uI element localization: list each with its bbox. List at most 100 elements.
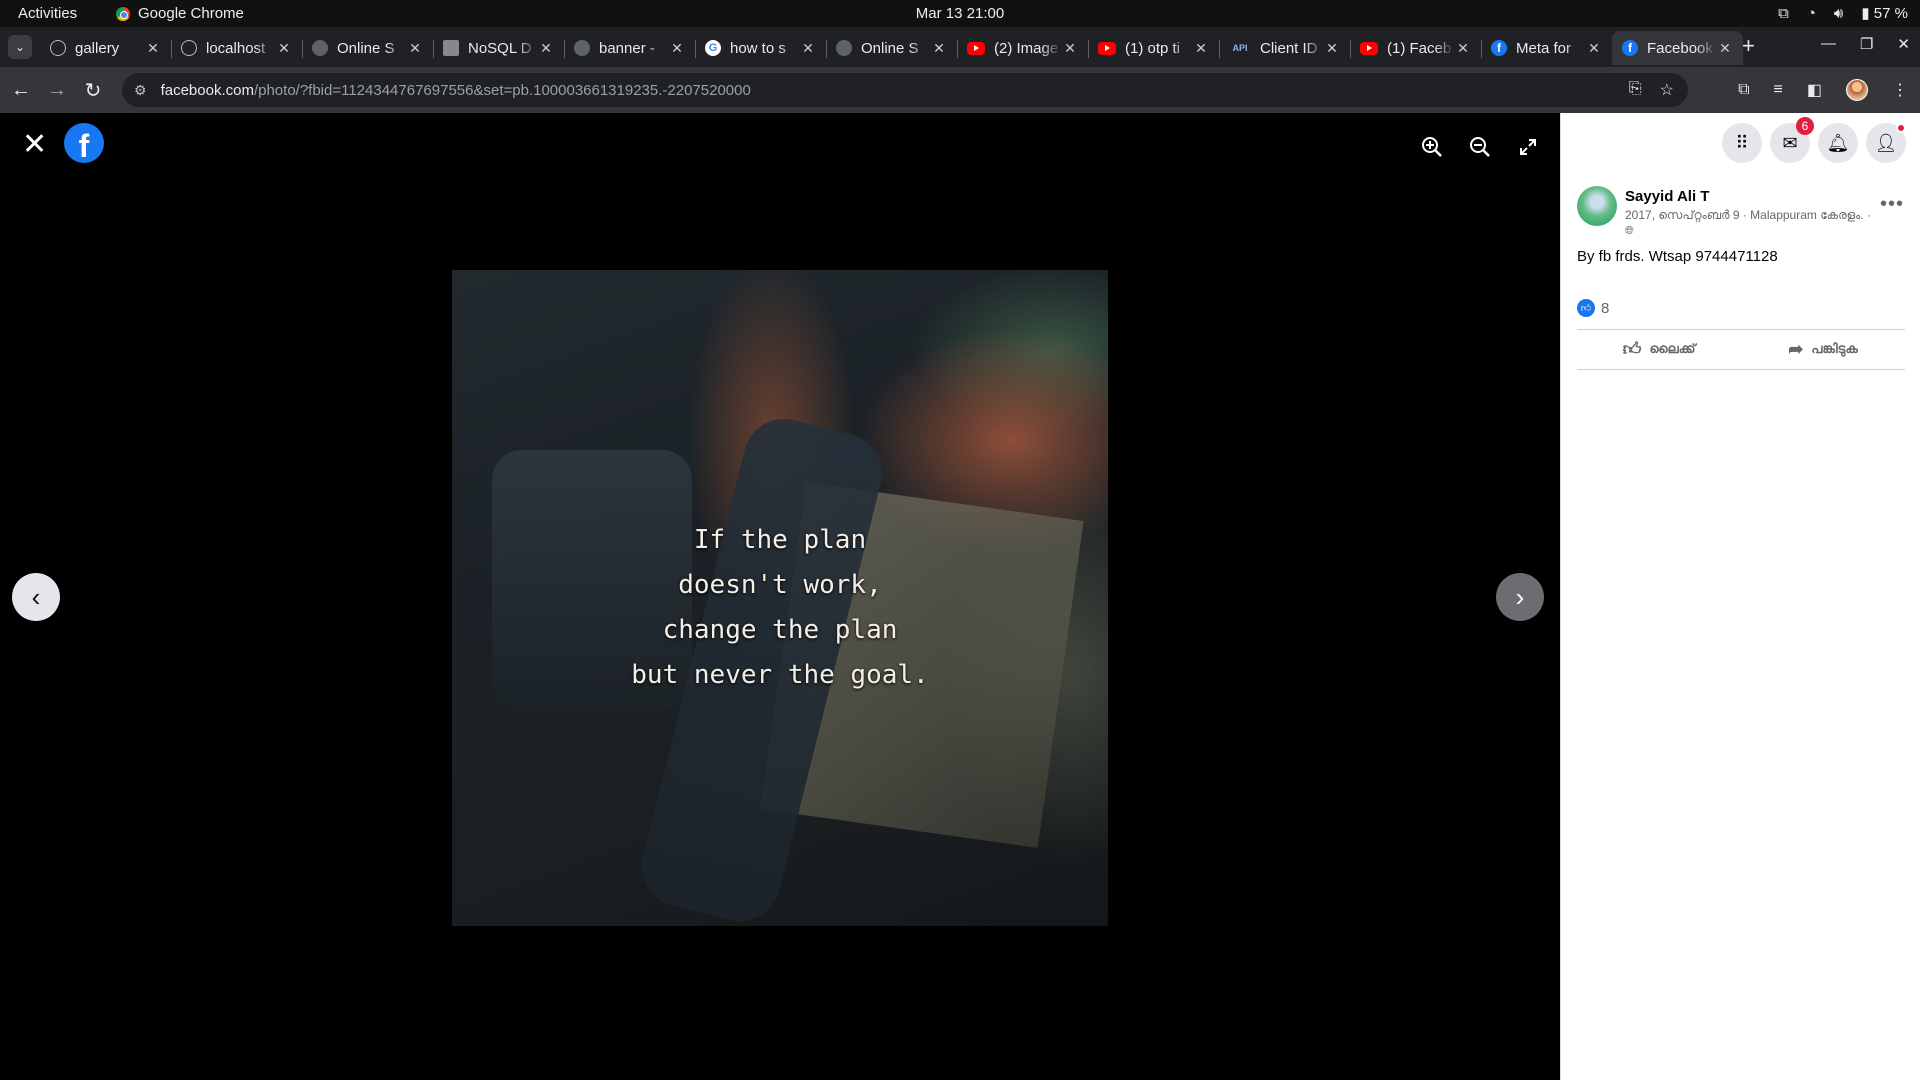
more-menu-icon[interactable]: ⋮: [1892, 80, 1908, 100]
quote-line: but never the goal.: [631, 660, 929, 690]
post-panel: ⠿ ✉ 6 🔔︎ 👤︎ Sayyid Ali T 2017, സെപ്റ്റംബ…: [1560, 113, 1920, 1080]
system-tray[interactable]: ⧉ ◔ 🔊︎ ▮ 57 %: [1778, 4, 1908, 23]
quote-line: change the plan: [662, 615, 898, 645]
tab-7[interactable]: (2) Image ✕: [957, 31, 1088, 65]
tab-8[interactable]: (1) otp ti ✕: [1088, 31, 1219, 65]
bookmark-star-icon[interactable]: ☆: [1660, 80, 1674, 100]
avatar-icon: 👤︎: [1874, 132, 1898, 153]
globe-icon: [50, 40, 66, 56]
tab-title: localhost: [206, 39, 266, 57]
post-options-button[interactable]: •••: [1880, 193, 1904, 216]
zoom-in-button[interactable]: [1420, 135, 1444, 159]
app-menu[interactable]: Google Chrome: [116, 5, 244, 22]
close-window-button[interactable]: ✕: [1897, 35, 1910, 53]
new-tab-button[interactable]: +: [1742, 35, 1755, 57]
media-controls-icon[interactable]: ≡: [1774, 81, 1783, 99]
viewer-tools: [1420, 135, 1540, 159]
tab-title: banner -: [599, 39, 655, 57]
reload-button[interactable]: ↻: [80, 77, 106, 103]
tab-9[interactable]: API Client ID ✕: [1219, 31, 1350, 65]
account-button[interactable]: 👤︎: [1866, 123, 1906, 163]
share-button[interactable]: ➦ പങ്കിടുക: [1741, 330, 1905, 368]
forward-button[interactable]: →: [44, 77, 70, 103]
close-viewer-button[interactable]: ✕: [22, 130, 47, 160]
tab-close-icon[interactable]: ✕: [1324, 40, 1340, 57]
volume-icon: 🔊︎: [1833, 4, 1844, 22]
post-header: Sayyid Ali T 2017, സെപ്റ്റംബർ 9 · Malapp…: [1577, 186, 1871, 238]
tab-title: gallery: [75, 39, 120, 57]
zoom-out-button[interactable]: [1468, 135, 1492, 159]
tab-title: NoSQL D: [468, 39, 532, 57]
tab-2[interactable]: Online S ✕: [302, 31, 433, 65]
tab-title: Online S: [337, 39, 395, 57]
install-app-icon[interactable]: ⎘: [1629, 80, 1642, 100]
fullscreen-button[interactable]: [1516, 135, 1540, 159]
site-icon: [312, 40, 328, 56]
plus-icon: +: [1742, 33, 1755, 58]
tab-11[interactable]: f Meta for ✕: [1481, 31, 1612, 65]
notifications-button[interactable]: 🔔︎: [1818, 123, 1858, 163]
like-count: 8: [1601, 299, 1610, 317]
tab-close-icon[interactable]: ✕: [407, 40, 423, 57]
tab-5[interactable]: Ghow to s ✕: [695, 31, 826, 65]
share-label: പങ്കിടുക: [1811, 341, 1858, 356]
tab-6[interactable]: Online S ✕: [826, 31, 957, 65]
tab-0[interactable]: gallery ✕: [40, 31, 171, 65]
restore-button[interactable]: ❐: [1860, 35, 1873, 53]
grid-menu-icon: ⠿: [1735, 132, 1749, 153]
post-actions: 👍︎ ലൈക്ക് ➦ പങ്കിടുക: [1577, 330, 1905, 368]
post-date-location[interactable]: 2017, സെപ്റ്റംബർ 9 · Malappuram കേരളം. ·: [1625, 208, 1871, 222]
battery-percent: 57 %: [1873, 5, 1908, 22]
tab-close-icon[interactable]: ✕: [1455, 40, 1471, 57]
tab-close-icon[interactable]: ✕: [145, 40, 161, 57]
thumbs-up-icon: 👍︎: [1622, 339, 1642, 359]
site-icon: [574, 40, 590, 56]
tab-title: Meta for: [1516, 39, 1572, 57]
profile-avatar[interactable]: [1846, 79, 1868, 101]
tab-close-icon[interactable]: ✕: [1586, 40, 1602, 57]
author-name[interactable]: Sayyid Ali T: [1625, 188, 1871, 205]
reaction-summary[interactable]: 👍︎ 8: [1577, 299, 1609, 317]
back-button[interactable]: ←: [8, 77, 34, 103]
tab-close-icon[interactable]: ✕: [1717, 40, 1733, 57]
youtube-icon: [967, 41, 985, 55]
tab-12[interactable]: f Facebook ✕: [1612, 31, 1743, 65]
site-info-icon[interactable]: ⚙: [134, 82, 147, 99]
tab-close-icon[interactable]: ✕: [800, 40, 816, 57]
post-meta: 2017, സെപ്റ്റംബർ 9 · Malappuram കേരളം. ·…: [1625, 208, 1871, 238]
tab-close-icon[interactable]: ✕: [276, 40, 292, 57]
tab-4[interactable]: banner - ✕: [564, 31, 695, 65]
author-avatar[interactable]: [1577, 186, 1617, 226]
messenger-button[interactable]: ✉ 6: [1770, 117, 1814, 163]
previous-photo-button[interactable]: ‹: [12, 573, 60, 621]
activities-button[interactable]: Activities: [18, 5, 77, 22]
minimize-button[interactable]: —: [1821, 35, 1836, 53]
like-label: ലൈക്ക്: [1649, 341, 1696, 356]
more-dots-icon: •••: [1879, 193, 1904, 215]
tab-title: Client ID: [1260, 39, 1318, 57]
tab-3[interactable]: NoSQL D ✕: [433, 31, 564, 65]
menu-button[interactable]: ⠿: [1722, 123, 1762, 163]
tab-close-icon[interactable]: ✕: [538, 40, 554, 57]
photo-image: If the plan doesn't work, change the pla…: [452, 270, 1108, 926]
address-bar[interactable]: ⚙ facebook.com /photo/?fbid=112434476769…: [122, 73, 1688, 107]
extensions-puzzle-icon[interactable]: ⧉: [1738, 81, 1749, 99]
tab-title: Facebook: [1647, 39, 1713, 57]
tab-10[interactable]: (1) Faceb ✕: [1350, 31, 1481, 65]
next-photo-button[interactable]: ›: [1496, 573, 1544, 621]
account-alert-dot: [1896, 123, 1906, 133]
tab-close-icon[interactable]: ✕: [1062, 40, 1078, 57]
wifi-icon: ◔: [1806, 4, 1816, 22]
tab-close-icon[interactable]: ✕: [931, 40, 947, 57]
tab-search-button[interactable]: ⌄: [8, 35, 32, 59]
side-panel-icon[interactable]: ◧: [1807, 80, 1822, 100]
facebook-logo[interactable]: f: [64, 123, 104, 163]
messenger-badge: 6: [1796, 117, 1814, 135]
divider: [1577, 369, 1905, 370]
like-button[interactable]: 👍︎ ലൈക്ക്: [1577, 330, 1741, 368]
reload-icon: ↻: [84, 79, 102, 102]
tab-close-icon[interactable]: ✕: [1193, 40, 1209, 57]
clock[interactable]: Mar 13 21:00: [0, 5, 1920, 22]
tab-1[interactable]: localhost ✕: [171, 31, 302, 65]
tab-close-icon[interactable]: ✕: [669, 40, 685, 57]
